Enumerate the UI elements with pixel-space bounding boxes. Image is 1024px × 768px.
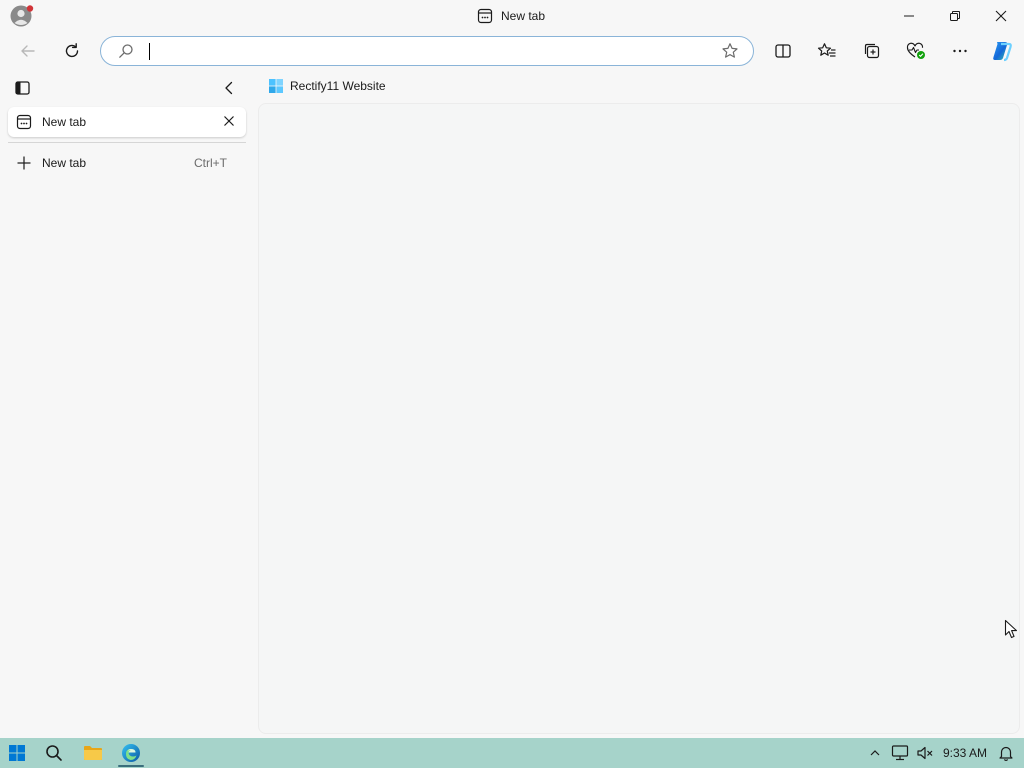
text-caret (149, 43, 150, 60)
chevron-up-icon (870, 750, 880, 756)
taskbar: 9:33 AM (0, 738, 1024, 768)
chevron-left-icon (225, 81, 233, 95)
collections-button[interactable] (856, 35, 888, 67)
favorites-icon (817, 43, 836, 57)
search-icon (118, 43, 134, 59)
taskbar-search-button[interactable] (45, 744, 63, 762)
address-input[interactable] (151, 40, 715, 62)
copilot-button[interactable] (986, 35, 1018, 67)
tab-label: New tab (42, 115, 87, 129)
restore-button[interactable] (939, 0, 971, 32)
active-app-indicator (118, 765, 144, 767)
browser-essentials-button[interactable] (900, 35, 932, 67)
page-content (258, 103, 1020, 734)
notifications-button[interactable] (997, 744, 1015, 762)
vertical-tabs-pane: New tab New tab Ctrl+T (0, 70, 256, 738)
close-icon (995, 10, 1007, 22)
settings-more-button[interactable] (944, 35, 976, 67)
address-bar[interactable] (100, 36, 754, 66)
new-tab-button[interactable]: New tab Ctrl+T (8, 150, 246, 176)
new-tab-label: New tab (42, 156, 87, 170)
network-button[interactable] (891, 744, 909, 762)
windows-start-icon (9, 745, 25, 761)
favorite-label: Rectify11 Website (290, 79, 386, 93)
edge-taskbar-button[interactable] (121, 743, 141, 763)
copilot-icon (993, 42, 1012, 62)
restore-icon (950, 11, 960, 21)
window-title: New tab (501, 9, 546, 23)
hand-pointer-icon (1004, 619, 1018, 639)
close-icon (224, 116, 234, 126)
tab-new-tab[interactable]: New tab (8, 107, 246, 137)
minimize-icon (904, 15, 914, 17)
mouse-cursor (1003, 619, 1019, 641)
back-button[interactable] (12, 35, 44, 67)
refresh-icon (65, 43, 79, 58)
more-dots-icon (953, 49, 967, 53)
taskbar-clock[interactable]: 9:33 AM (943, 746, 987, 760)
collections-icon (864, 43, 880, 59)
add-favorite-button[interactable] (721, 42, 739, 60)
favorite-item-rectify11[interactable]: Rectify11 Website (266, 76, 396, 96)
back-arrow-icon (21, 45, 35, 57)
windows-logo-icon (269, 79, 283, 93)
volume-button[interactable] (916, 744, 934, 762)
start-button[interactable] (8, 744, 26, 762)
close-window-button[interactable] (985, 0, 1017, 32)
tab-actions-icon (15, 81, 30, 95)
star-icon (722, 43, 738, 58)
split-screen-button[interactable] (767, 35, 799, 67)
file-explorer-button[interactable] (83, 744, 103, 762)
plus-icon (16, 155, 32, 171)
search-icon (46, 745, 62, 761)
folder-icon (84, 746, 102, 760)
favorites-bar: Rectify11 Website (256, 70, 1024, 102)
network-icon (891, 745, 909, 761)
heart-pulse-icon (906, 42, 925, 59)
tab-favicon-icon (16, 114, 32, 130)
refresh-button[interactable] (56, 35, 88, 67)
new-tab-shortcut: Ctrl+T (194, 156, 227, 170)
profile-avatar-icon (10, 5, 34, 27)
edge-browser-icon (122, 744, 140, 762)
favorites-button[interactable] (811, 35, 843, 67)
close-tab-button[interactable] (223, 115, 235, 127)
collapse-pane-button[interactable] (221, 80, 237, 96)
profile-button[interactable] (8, 4, 34, 28)
split-screen-icon (775, 44, 791, 58)
profile-notification-badge (26, 5, 34, 12)
tab-actions-button[interactable] (14, 80, 32, 96)
window-title-icon (477, 8, 493, 24)
tab-divider (8, 142, 246, 143)
minimize-button[interactable] (893, 0, 925, 32)
title-bar: New tab (0, 0, 1024, 32)
speaker-muted-icon (917, 746, 933, 760)
show-hidden-icons-button[interactable] (869, 747, 881, 759)
bell-icon (999, 746, 1013, 761)
